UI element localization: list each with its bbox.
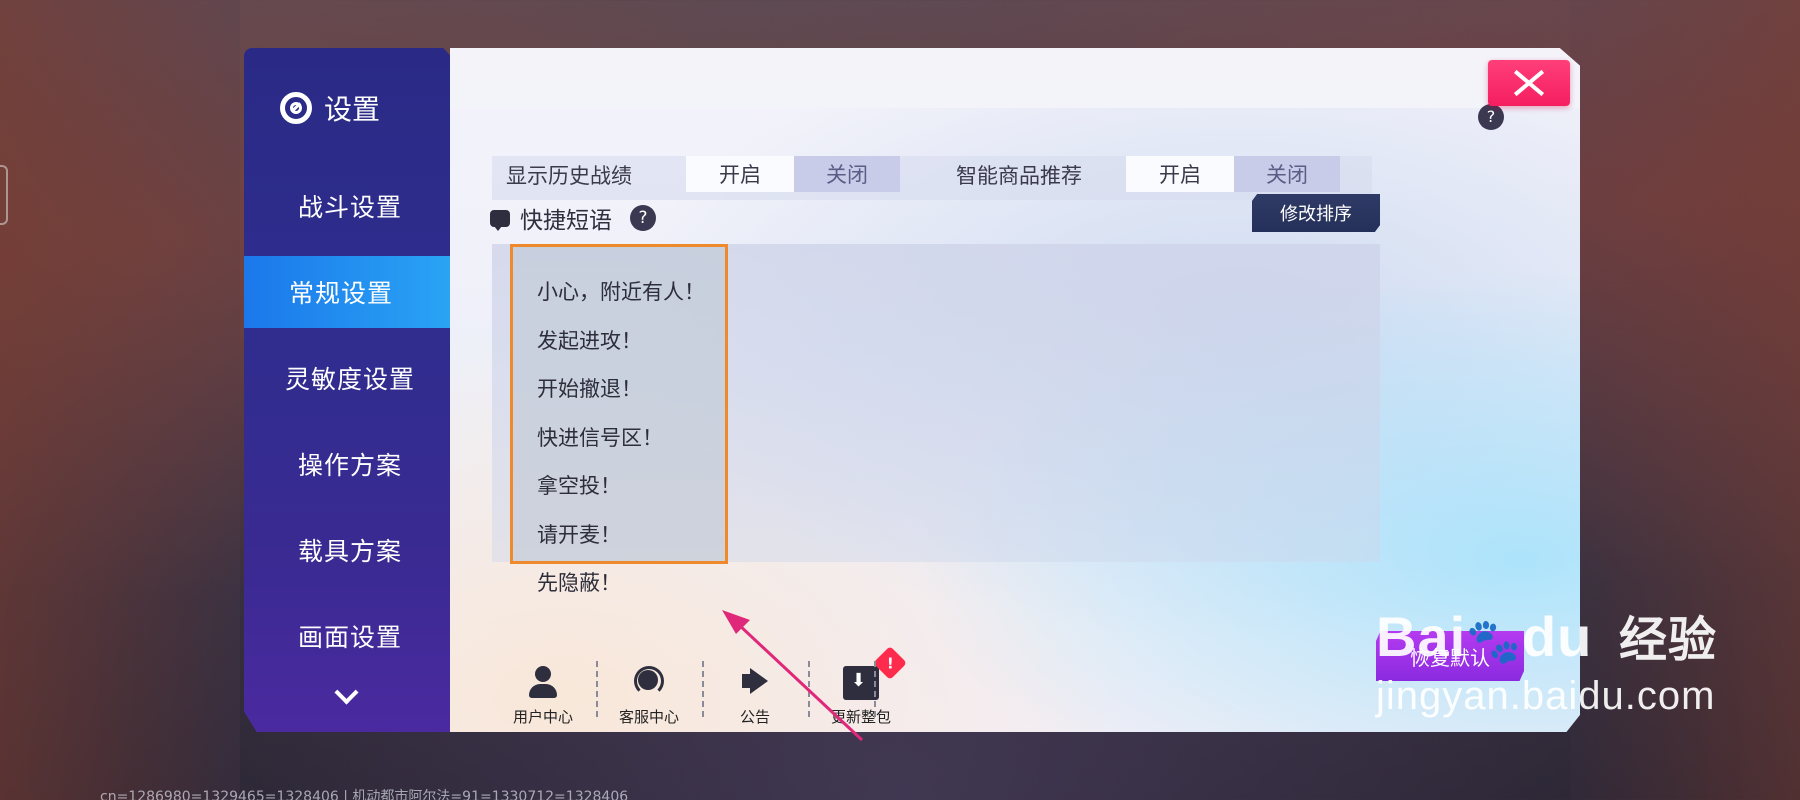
history-record-toggle[interactable]: 开启 关闭 [686,156,900,192]
smart-recommend-label: 智能商品推荐 [956,164,1082,188]
sidebar-item-label: 载具方案 [297,537,402,566]
user-icon [528,666,558,700]
sidebar-title: 设置 [324,93,381,126]
bottom-bar-label: 更新整包 [830,708,891,726]
bottom-bar-label: 客服中心 [618,708,679,726]
gear-icon [280,92,312,124]
list-item[interactable]: 拿空投！ [513,461,725,510]
quick-phrases-title: 快捷短语 [520,208,612,234]
history-record-label: 显示历史战绩 [506,164,632,188]
update-package-button[interactable]: ! 更新整包 [808,646,914,727]
watermark-url: jingyan.baidu.com [1376,674,1716,718]
watermark-brand: Bai🐾du 经验 [1376,605,1717,668]
list-item[interactable]: 先隐蔽！ [513,558,725,607]
bottom-bar-label: 公告 [739,708,770,726]
sidebar-item-control-scheme[interactable]: 操作方案 [244,428,456,500]
divider [874,661,876,717]
list-item[interactable]: 快进信号区！ [513,413,725,462]
bottom-bar-label: 用户中心 [512,708,573,726]
customer-service-button[interactable]: 客服中心 [596,655,702,727]
sidebar-item-vehicle-scheme[interactable]: 载具方案 [244,514,456,586]
sidebar-header: 设置 [280,84,380,132]
list-item[interactable]: 请开麦！ [513,510,725,559]
list-item[interactable]: 小心，附近有人！ [513,267,725,316]
left-edge-tab[interactable] [0,165,8,225]
sidebar-item-label: 画面设置 [297,623,402,652]
baidu-watermark: Bai🐾du 经验 jingyan.baidu.com [1376,600,1717,719]
edit-order-button[interactable]: 修改排序 [1252,194,1380,232]
paw-icon: 🐾 [1466,617,1522,666]
quick-phrases-header: 快捷短语 ? [490,198,656,238]
chevron-down-icon[interactable] [330,684,360,708]
sidebar-item-label: 战斗设置 [297,193,402,222]
quick-phrases-list: 小心，附近有人！ 发起进攻！ 开始撤退！ 快进信号区！ 拿空投！ 请开麦！ 先隐… [510,244,728,595]
headset-icon [632,666,666,700]
sidebar-item-general-settings[interactable]: 常规设置 [244,256,456,328]
bullhorn-icon [738,668,772,700]
chat-bubble-icon [490,209,510,231]
bottom-bar: 用户中心 客服中心 公告 ! 更新整包 [490,646,914,727]
quick-phrases-panel: 小心，附近有人！ 发起进攻！ 开始撤退！ 快进信号区！ 拿空投！ 请开麦！ 先隐… [492,244,1380,595]
sidebar-item-graphics-settings[interactable]: 画面设置 [244,600,456,672]
help-icon[interactable]: ? [630,205,656,231]
help-icon[interactable]: ? [1478,104,1504,130]
sidebar-item-label: 常规设置 [288,279,393,308]
history-record-off[interactable]: 关闭 [794,156,900,192]
smart-recommend-toggle[interactable]: 开启 关闭 [1126,156,1340,192]
sidebar-item-battle-settings[interactable]: 战斗设置 [244,170,456,242]
settings-sidebar: 设置 战斗设置 常规设置 灵敏度设置 操作方案 载具方案 画面设置 [244,48,456,732]
smart-recommend-off[interactable]: 关闭 [1234,156,1340,192]
background-left [0,0,240,800]
close-button[interactable] [1488,60,1570,106]
sidebar-item-sensitivity-settings[interactable]: 灵敏度设置 [244,342,456,414]
smart-recommend-on[interactable]: 开启 [1126,156,1234,192]
announcement-button[interactable]: 公告 [702,655,808,727]
settings-row: 显示历史战绩 开启 关闭 智能商品推荐 开启 关闭 [492,156,1372,200]
list-item[interactable]: 发起进攻！ [513,316,725,365]
sidebar-item-label: 灵敏度设置 [284,365,415,394]
history-record-on[interactable]: 开启 [686,156,794,192]
user-center-button[interactable]: 用户中心 [490,655,596,727]
footer-version-text: cn=1286980=1329465=1328406 | 机动都市阿尔法=91=… [100,789,629,800]
sidebar-nav: 战斗设置 常规设置 灵敏度设置 操作方案 载具方案 画面设置 [244,170,456,686]
list-item[interactable]: 开始撤退！ [513,364,725,413]
content-header-area [450,48,1580,108]
settings-row-partial: 显示历史战绩 开启 关闭 智能商品推荐 开启 关闭 [492,120,1372,200]
sidebar-item-label: 操作方案 [297,451,402,480]
